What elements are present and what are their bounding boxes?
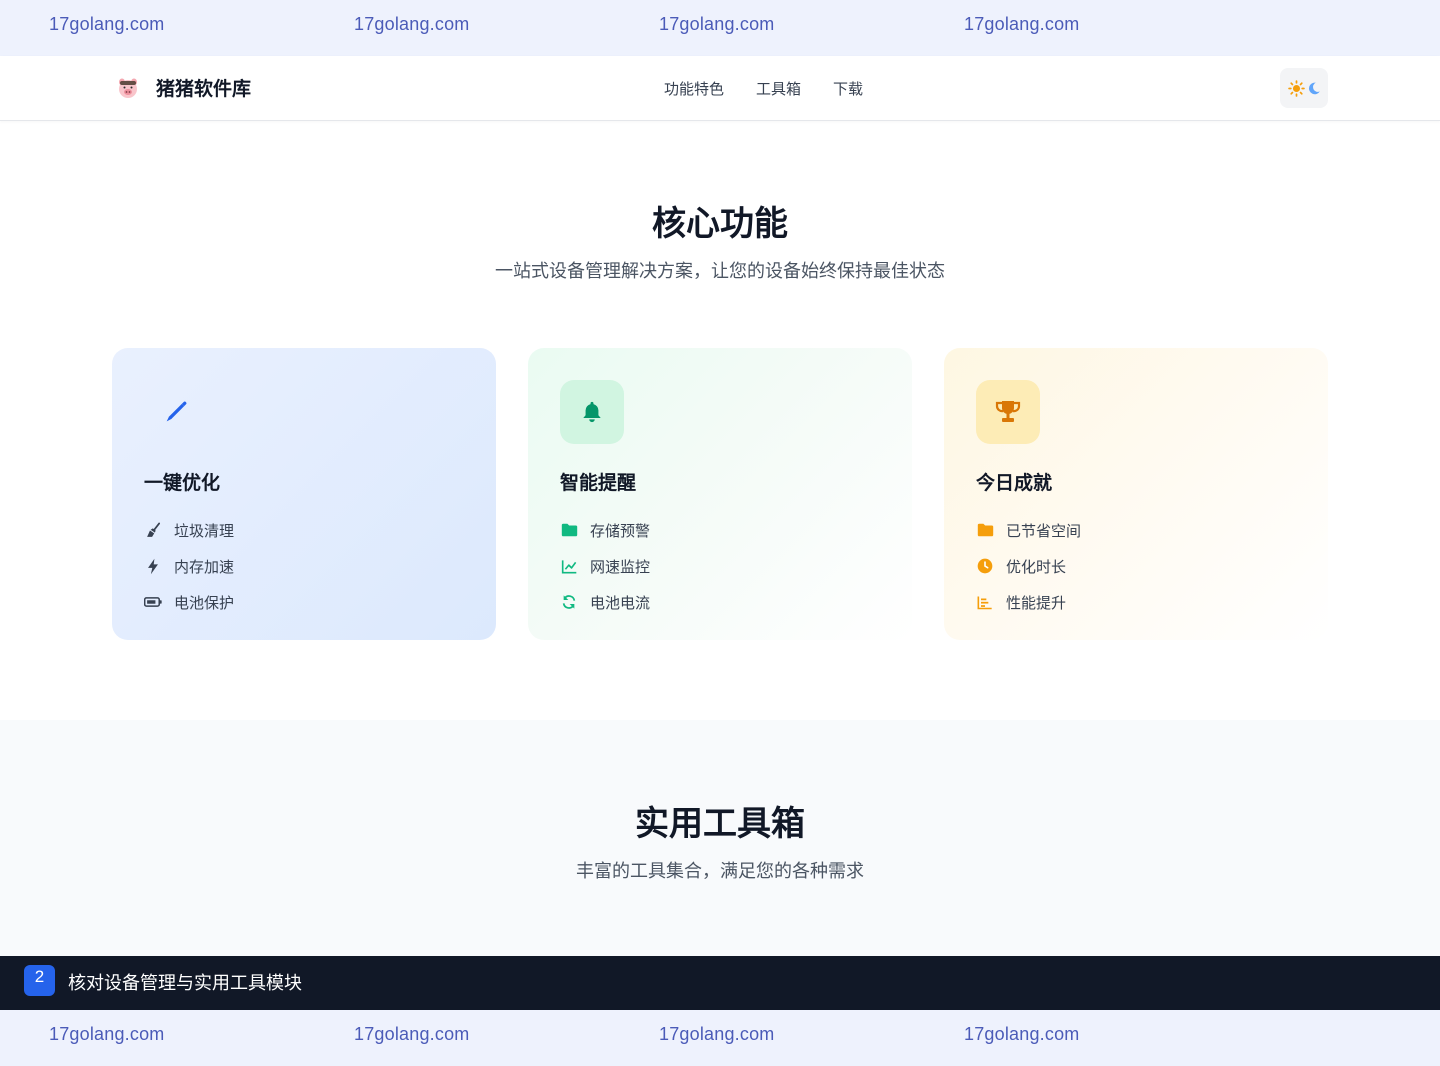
bar-chart-icon: [976, 593, 994, 611]
navbar: 猪猪软件库 功能特色 工具箱 下载: [0, 56, 1440, 121]
moon-icon: [1308, 82, 1320, 94]
step-number-badge: 2: [24, 965, 55, 996]
nav-link-download[interactable]: 下载: [833, 78, 863, 99]
watermark-text: 17golang.com: [49, 1024, 165, 1044]
list-item: 内存加速: [144, 548, 234, 584]
broom-icon: [144, 521, 162, 539]
pig-logo-icon: [119, 78, 137, 98]
watermark-text: 17golang.com: [354, 14, 470, 34]
list-item: 电池电流: [560, 584, 650, 620]
nav-link-toolbox[interactable]: 工具箱: [756, 78, 801, 99]
step-caption-text: 核对设备管理与实用工具模块: [68, 973, 302, 994]
card-item-label: 存储预警: [590, 521, 651, 540]
card-title: 今日成就: [976, 472, 1053, 494]
card-icon-wrap: [144, 380, 208, 444]
tools-section-subtitle: 丰富的工具集合，满足您的各种需求: [576, 861, 864, 882]
card-icon-wrap: [560, 380, 624, 444]
card-item-label: 性能提升: [1006, 593, 1067, 612]
line-chart-icon: [560, 557, 578, 575]
feature-card-reminder[interactable]: 智能提醒 存储预警 网速监控 电池电流: [528, 348, 912, 640]
brand-link[interactable]: 猪猪软件库: [116, 74, 251, 101]
tools-section-title: 实用工具箱: [635, 804, 805, 844]
watermark-bar-bottom: 17golang.com 17golang.com 17golang.com 1…: [0, 1010, 1440, 1066]
nav-links: 功能特色 工具箱 下载: [664, 78, 895, 99]
trophy-icon: [995, 401, 1021, 422]
list-item: 电池保护: [144, 584, 234, 620]
list-item: 性能提升: [976, 584, 1081, 620]
bolt-icon: [144, 557, 162, 575]
card-item-label: 内存加速: [174, 557, 235, 576]
theme-toggle-button[interactable]: [1280, 68, 1328, 108]
core-section-title: 核心功能: [652, 204, 788, 244]
feature-card-optimize[interactable]: 一键优化 垃圾清理 内存加速 电池保护: [112, 348, 496, 640]
sync-icon: [560, 593, 578, 611]
folder-icon: [976, 521, 994, 539]
list-item: 存储预警: [560, 512, 650, 548]
list-item: 网速监控: [560, 548, 650, 584]
card-item-label: 垃圾清理: [174, 521, 235, 540]
folder-icon: [560, 521, 578, 539]
feature-card-achievement[interactable]: 今日成就 已节省空间 优化时长 性能提升: [944, 348, 1328, 640]
bell-icon: [583, 401, 601, 423]
list-item: 优化时长: [976, 548, 1081, 584]
card-item-list: 存储预警 网速监控 电池电流: [560, 512, 650, 620]
watermark-bar-top: 17golang.com 17golang.com 17golang.com 1…: [0, 0, 1440, 56]
list-item: 已节省空间: [976, 512, 1081, 548]
card-item-label: 电池保护: [174, 593, 235, 612]
watermark-text: 17golang.com: [964, 14, 1080, 34]
brand-name: 猪猪软件库: [156, 78, 252, 100]
core-section-subtitle: 一站式设备管理解决方案，让您的设备始终保持最佳状态: [495, 261, 945, 282]
card-item-label: 电池电流: [590, 593, 651, 612]
card-item-label: 网速监控: [590, 557, 651, 576]
list-item: 垃圾清理: [144, 512, 234, 548]
watermark-text: 17golang.com: [964, 1024, 1080, 1044]
card-title: 智能提醒: [560, 472, 637, 494]
nav-link-features[interactable]: 功能特色: [664, 78, 724, 99]
step-caption-bar: 2 核对设备管理与实用工具模块: [0, 956, 1440, 1010]
watermark-text: 17golang.com: [354, 1024, 470, 1044]
clock-icon: [976, 557, 994, 575]
watermark-text: 17golang.com: [659, 14, 775, 34]
watermark-text: 17golang.com: [659, 1024, 775, 1044]
brush-icon: [166, 401, 187, 422]
watermark-text: 17golang.com: [49, 14, 165, 34]
battery-icon: [144, 593, 162, 611]
card-title: 一键优化: [144, 472, 221, 494]
card-item-label: 优化时长: [1006, 557, 1067, 576]
card-icon-wrap: [976, 380, 1040, 444]
card-item-list: 已节省空间 优化时长 性能提升: [976, 512, 1081, 620]
sun-icon: [1287, 79, 1305, 97]
card-item-label: 已节省空间: [1006, 521, 1082, 540]
card-item-list: 垃圾清理 内存加速 电池保护: [144, 512, 234, 620]
